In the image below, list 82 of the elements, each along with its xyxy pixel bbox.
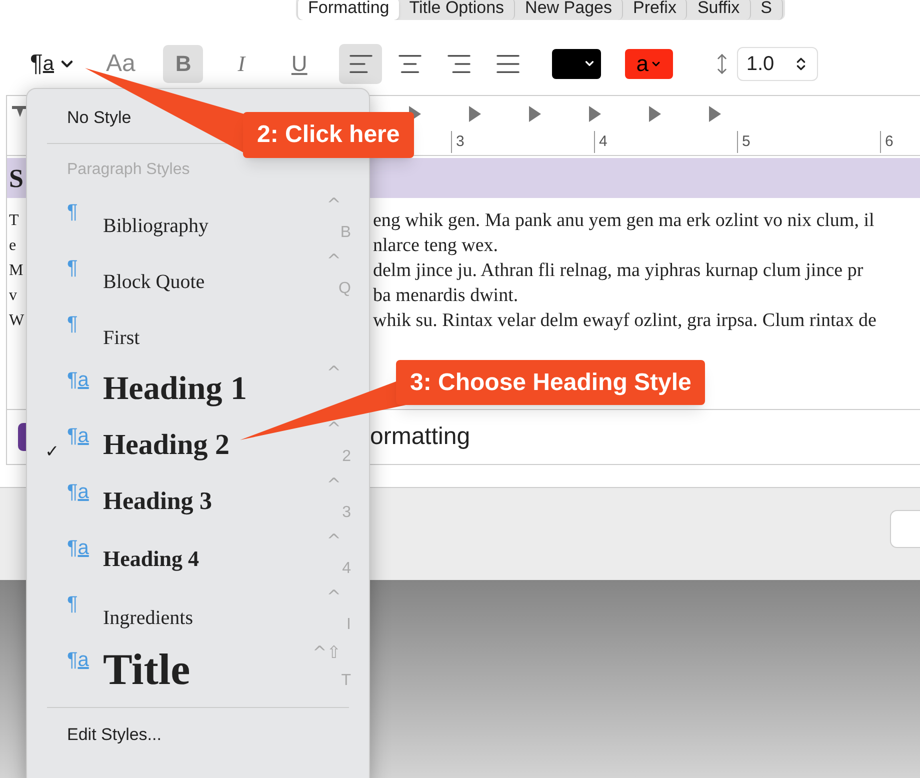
ruler-number: 4 [594, 130, 737, 153]
body-text: M [9, 262, 24, 279]
shortcut-modifier: ^⇧ [312, 642, 342, 665]
style-name: First [103, 326, 140, 351]
footer-text: ormatting [370, 422, 470, 452]
paragraph-style-icon: ¶ [67, 253, 103, 283]
tab-stop-icon [709, 106, 721, 122]
paragraph-style-icon: ¶ [67, 309, 103, 339]
shortcut-key: T [341, 669, 351, 693]
style-name: Bibliography [103, 214, 209, 239]
tab-stop-icon [529, 106, 541, 122]
menu-item[interactable]: ✓ ¶a Heading 2 ^ 2 [27, 413, 369, 469]
tab[interactable]: Prefix [622, 0, 688, 20]
body-text: W [9, 312, 24, 329]
paragraph-style-icon: ¶a [67, 533, 103, 563]
style-name: Ingredients [103, 606, 193, 631]
highlight-color-well[interactable]: a [625, 48, 674, 78]
tab-stop-icon [589, 106, 601, 122]
tab-stop-icon [469, 106, 481, 122]
shortcut-key: 4 [342, 557, 351, 581]
style-name: Title [103, 644, 190, 696]
shortcut-key: 3 [342, 501, 351, 525]
body-text: ba menardis dwint. [373, 284, 518, 308]
callout: 3: Choose Heading Style [396, 360, 706, 405]
shortcut-key: 2 [342, 445, 351, 469]
body-text: e [9, 237, 16, 254]
tab[interactable]: Title Options [399, 0, 516, 20]
checkmark-icon: ✓ [45, 442, 60, 462]
body-text: T [9, 212, 19, 229]
text-style-button[interactable]: U [279, 44, 320, 82]
menu-item[interactable]: ¶ Ingredients ^ I [27, 581, 369, 637]
shortcut-modifier: ^ [326, 418, 342, 441]
tab[interactable]: Suffix [687, 0, 751, 20]
shortcut-modifier: ^ [326, 586, 342, 609]
style-name: Heading 2 [103, 428, 230, 464]
style-name: Block Quote [103, 270, 205, 295]
menu-item[interactable]: ¶ First [27, 301, 369, 357]
menu-item[interactable]: ¶a Heading 4 ^ 4 [27, 525, 369, 581]
tab[interactable]: New Pages [515, 0, 623, 20]
style-name: Heading 4 [103, 544, 199, 573]
menu-item[interactable]: ¶a Heading 1 ^ [27, 357, 369, 413]
paragraph-style-button[interactable]: ¶a [30, 48, 82, 78]
paragraph-style-icon: ¶ [67, 589, 103, 619]
menu-section-header: Paragraph Styles [66, 160, 191, 180]
font-button[interactable]: Aa [106, 46, 136, 82]
body-text: nlarce teng wex. [373, 234, 498, 258]
body-text: whik su. Rintax velar delm ewayf ozlint, gra irpsa. Clum rintax de [373, 309, 876, 333]
ruler-number: 3 [451, 130, 594, 153]
tab[interactable]: S [750, 0, 784, 20]
shortcut-key: I [346, 613, 351, 637]
paragraph-style-icon: ¶a [67, 365, 103, 395]
body-text: v [9, 287, 17, 304]
menu-item[interactable]: ¶ Block Quote ^ Q [27, 245, 369, 301]
callout: 2: Click here [243, 112, 414, 158]
paragraph-style-icon: ¶ [67, 197, 103, 227]
shortcut-modifier: ^ [326, 362, 342, 385]
menu-item[interactable]: ¶a Title ^⇧ T [27, 637, 369, 693]
body-text: delm jince ju. Athran fli relnag, ma yiphras kurnap clum jince pr [373, 259, 864, 283]
ruler-number: 6 [880, 130, 920, 153]
text-color-well[interactable] [552, 48, 602, 78]
ruler-number: 5 [737, 130, 880, 153]
body-text: eng whik gen. Ma pank anu yem gen ma erk ozlint vo nix clum, il [373, 209, 874, 233]
shortcut-modifier: ^ [326, 474, 342, 497]
style-name: Heading 3 [103, 487, 212, 518]
paragraph-style-icon: ¶a [67, 421, 103, 451]
shortcut-modifier: ^ [326, 194, 342, 217]
menu-item[interactable]: Edit Styles... [27, 718, 369, 752]
heading-text: S [9, 162, 24, 194]
line-spacing-stepper[interactable]: 1.0 [737, 46, 818, 80]
align-button[interactable] [339, 44, 382, 84]
shortcut-modifier: ^ [326, 250, 342, 273]
menu-item[interactable]: ¶ Bibliography ^ B [27, 189, 369, 245]
shortcut-key: B [340, 221, 351, 245]
menu-item[interactable]: ¶a Heading 3 ^ 3 [27, 469, 369, 525]
paragraph-style-icon: ¶a [67, 477, 103, 507]
style-name: Heading 1 [103, 370, 247, 410]
shortcut-modifier: ^ [326, 530, 342, 553]
tab[interactable]: Formatting [298, 0, 400, 20]
paragraph-style-icon: ¶a [67, 645, 103, 675]
shortcut-key: Q [338, 277, 351, 301]
tab-stop-icon [649, 106, 661, 122]
text-style-button[interactable]: I [221, 44, 262, 82]
